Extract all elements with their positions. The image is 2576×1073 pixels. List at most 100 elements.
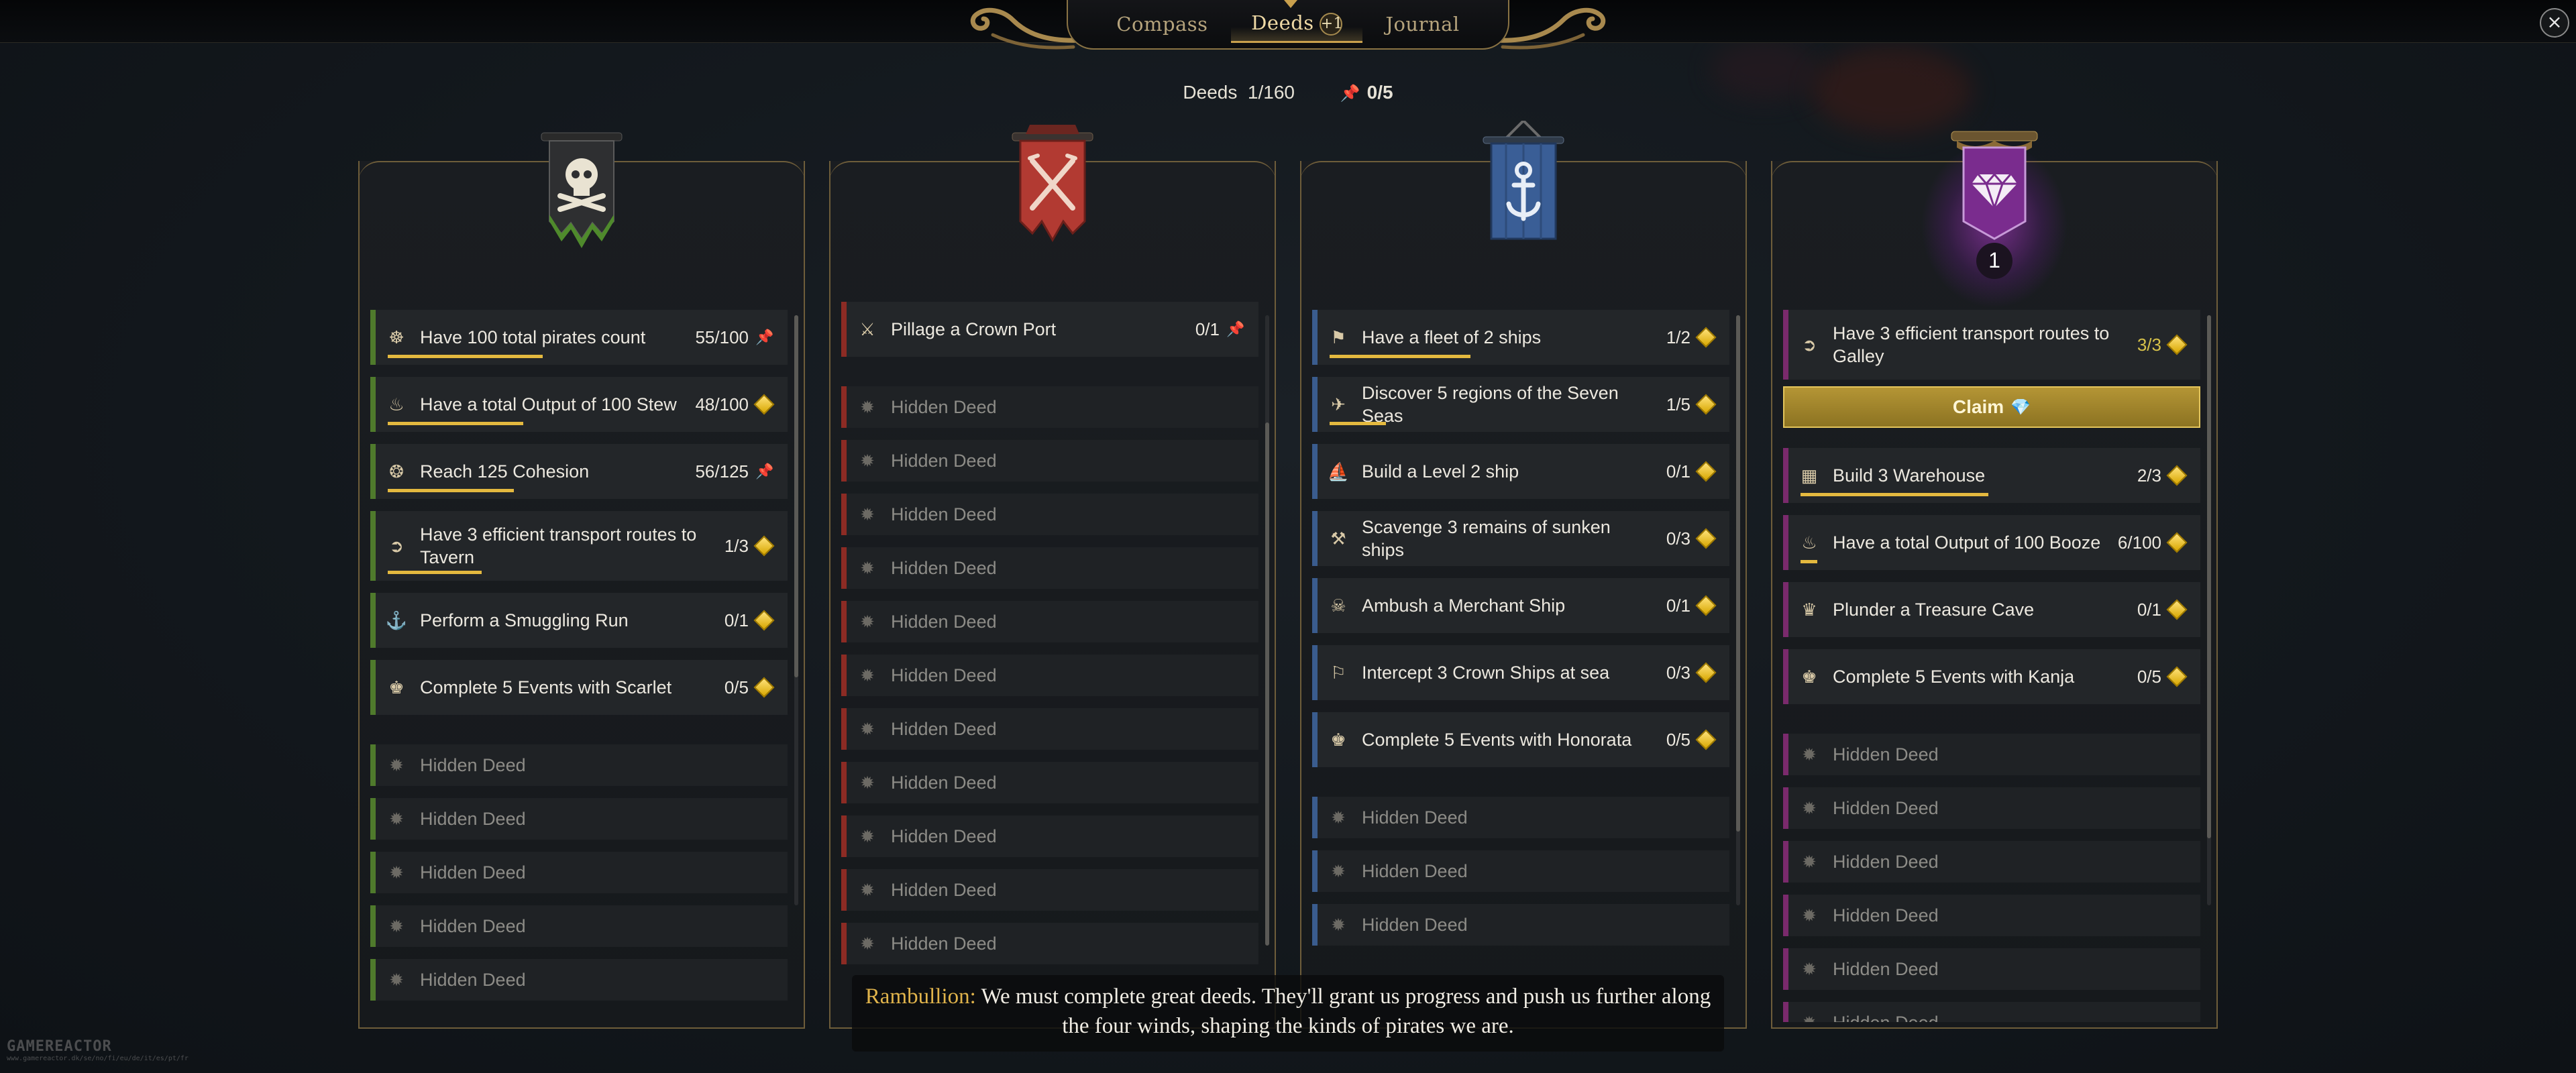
scrollbar-thumb[interactable] [1736,315,1740,832]
reward-diamond-icon [1695,461,1717,482]
deed-progress: 56/125 [695,461,749,482]
deed-row[interactable]: ♚ Complete 5 Events with Scarlet 0/5 [370,660,788,715]
hidden-deed-row[interactable]: ✹ Hidden Deed [841,655,1258,696]
scrollbar[interactable] [1265,315,1269,946]
hidden-deed-row[interactable]: ✹ Hidden Deed [1312,904,1729,946]
reward-diamond-icon [753,610,775,631]
tab-journal[interactable]: Journal [1365,7,1479,41]
hidden-deed-row[interactable]: ✹ Hidden Deed [841,547,1258,589]
scrollbar-thumb[interactable] [2207,315,2211,838]
scrollbar[interactable] [794,315,798,905]
hidden-icon: ✹ [860,451,875,471]
progress-bar [388,489,514,492]
hidden-deed-row[interactable]: ✹ Hidden Deed [841,708,1258,750]
diamond-shape [1695,394,1717,415]
deed-row[interactable]: ⛵ Build a Level 2 ship 0/1 [1312,444,1729,499]
deed-title: Perform a Smuggling Run [420,610,629,630]
deed-list: ⚑ Have a fleet of 2 ships 1/2 ✈ Discover 5 r… [1312,310,1729,1022]
deed-row[interactable]: ⚑ Have a fleet of 2 ships 1/2 [1312,310,1729,365]
tab-compass[interactable]: Compass [1096,7,1228,41]
hidden-deed-row[interactable]: ✹ Hidden Deed [370,852,788,893]
hidden-deed-row[interactable]: ✹ Hidden Deed [1312,850,1729,892]
deed-row[interactable]: ✈ Discover 5 regions of the Seven Seas 1/5 [1312,377,1729,432]
hidden-deed-row[interactable]: ✹ Hidden Deed [370,744,788,786]
deed-row[interactable]: ♛ Plunder a Treasure Cave 0/1 [1783,582,2200,637]
hidden-deed-row[interactable]: ✹ Hidden Deed [841,440,1258,482]
deed-list: ☸ Have 100 total pirates count 55/100 📌 ♨ Hav… [370,310,788,1022]
pin-icon[interactable]: 📌 [755,463,773,480]
deed-row[interactable]: ➲ Have 3 efficient transport routes to Ta… [370,511,788,581]
deed-row[interactable]: ⚔ Pillage a Crown Port 0/1 📌 [841,302,1258,357]
hidden-icon: ✹ [1331,915,1346,935]
event-icon: ♚ [388,677,405,697]
hidden-deed-row[interactable]: ✹ Hidden Deed [841,601,1258,642]
hidden-deed-row[interactable]: ✹ Hidden Deed [1783,841,2200,883]
diamond-shape [1695,729,1717,750]
deed-row[interactable]: ♚ Complete 5 Events with Honorata 0/5 [1312,712,1729,767]
scrollbar[interactable] [2207,315,2211,905]
deed-progress: 0/1 [1666,595,1690,616]
reward-diamond-icon [1695,595,1717,616]
hidden-deed-title: Hidden Deed [891,612,997,632]
hidden-icon: ✹ [860,397,875,417]
deed-title: Complete 5 Events with Kanja [1833,667,2075,687]
reward-diamond-icon [1695,528,1717,549]
deed-row[interactable]: ➲ Have 3 efficient transport routes to Ga… [1783,310,2200,380]
deed-row[interactable]: ❂ Reach 125 Cohesion 56/125 📌 [370,444,788,499]
deed-title: Have a total Output of 100 Booze [1833,532,2101,553]
deed-row[interactable]: ⚒ Scavenge 3 remains of sunken ships 0/3 [1312,511,1729,566]
hidden-deed-row[interactable]: ✹ Hidden Deed [841,869,1258,911]
scrollbar-thumb[interactable] [1265,422,1269,946]
tab-deeds[interactable]: Deeds +1 [1231,5,1362,43]
event-icon: ♚ [1801,667,1817,687]
hidden-deed-row[interactable]: ✹ Hidden Deed [841,386,1258,428]
pin-icon[interactable]: 📌 [755,329,773,346]
dialogue-subtitle: Rambullion: We must complete great deeds… [852,975,1724,1052]
claim-button[interactable]: Claim 💎 [1783,386,2200,428]
reward-diamond-icon [1695,662,1717,683]
deed-row[interactable]: ☸ Have 100 total pirates count 55/100 📌 [370,310,788,365]
hidden-deed-row[interactable]: ✹ Hidden Deed [1783,787,2200,829]
diamond-shape [1695,461,1717,482]
deed-title: Have 3 efficient transport routes to Gal… [1833,323,2110,366]
deed-row[interactable]: ☠ Ambush a Merchant Ship 0/1 [1312,578,1729,633]
tab-label: Journal [1385,13,1460,36]
scrollbar-thumb[interactable] [794,315,798,677]
hidden-deed-row[interactable]: ✹ Hidden Deed [370,959,788,1001]
hidden-deed-row[interactable]: ✹ Hidden Deed [841,923,1258,964]
deed-progress: 0/3 [1666,662,1690,683]
deed-row[interactable]: ♨ Have a total Output of 100 Stew 48/100 [370,377,788,432]
hidden-icon: ✹ [860,504,875,524]
hidden-deed-row[interactable]: ✹ Hidden Deed [841,762,1258,803]
deed-row[interactable]: ⚐ Intercept 3 Crown Ships at sea 0/3 [1312,645,1729,700]
hidden-deed-row[interactable]: ✹ Hidden Deed [370,905,788,947]
deed-progress: 0/3 [1666,528,1690,549]
pin-icon: 📌 [1340,84,1360,103]
deed-row[interactable]: ▦ Build 3 Warehouse 2/3 [1783,448,2200,503]
deed-row[interactable]: ♚ Complete 5 Events with Kanja 0/5 [1783,649,2200,704]
reward-diamond-icon [2166,465,2188,486]
close-button[interactable]: × [2540,8,2569,38]
hidden-deed-row[interactable]: ✹ Hidden Deed [1312,797,1729,838]
hidden-icon: ✹ [860,612,875,632]
diamond-shape [753,535,775,557]
hidden-deed-title: Hidden Deed [1833,959,1939,979]
scrollbar[interactable] [1736,315,1740,905]
deed-row[interactable]: ⚓ Perform a Smuggling Run 0/1 [370,593,788,648]
hidden-icon: ✹ [860,880,875,900]
hidden-deed-row[interactable]: ✹ Hidden Deed [1783,948,2200,990]
hidden-deed-row[interactable]: ✹ Hidden Deed [370,798,788,840]
hidden-deed-row[interactable]: ✹ Hidden Deed [841,494,1258,535]
hidden-deed-title: Hidden Deed [891,880,997,900]
reward-diamond-icon [2166,334,2188,355]
hidden-deed-row[interactable]: ✹ Hidden Deed [841,815,1258,857]
hidden-deed-row[interactable]: ✹ Hidden Deed [1783,895,2200,936]
hidden-icon: ✹ [1798,1011,1821,1022]
deed-row[interactable]: ♨ Have a total Output of 100 Booze 6/100 [1783,515,2200,570]
hidden-deed-row[interactable]: ✹ Hidden Deed [1783,734,2200,775]
event-icon: ♚ [1330,730,1346,750]
hidden-deed-title: Hidden Deed [420,862,526,883]
deed-progress: 0/5 [1666,729,1690,750]
pin-icon[interactable]: 📌 [1226,321,1244,338]
hidden-deed-row[interactable]: ✹ Hidden Deed [1783,1002,2200,1022]
